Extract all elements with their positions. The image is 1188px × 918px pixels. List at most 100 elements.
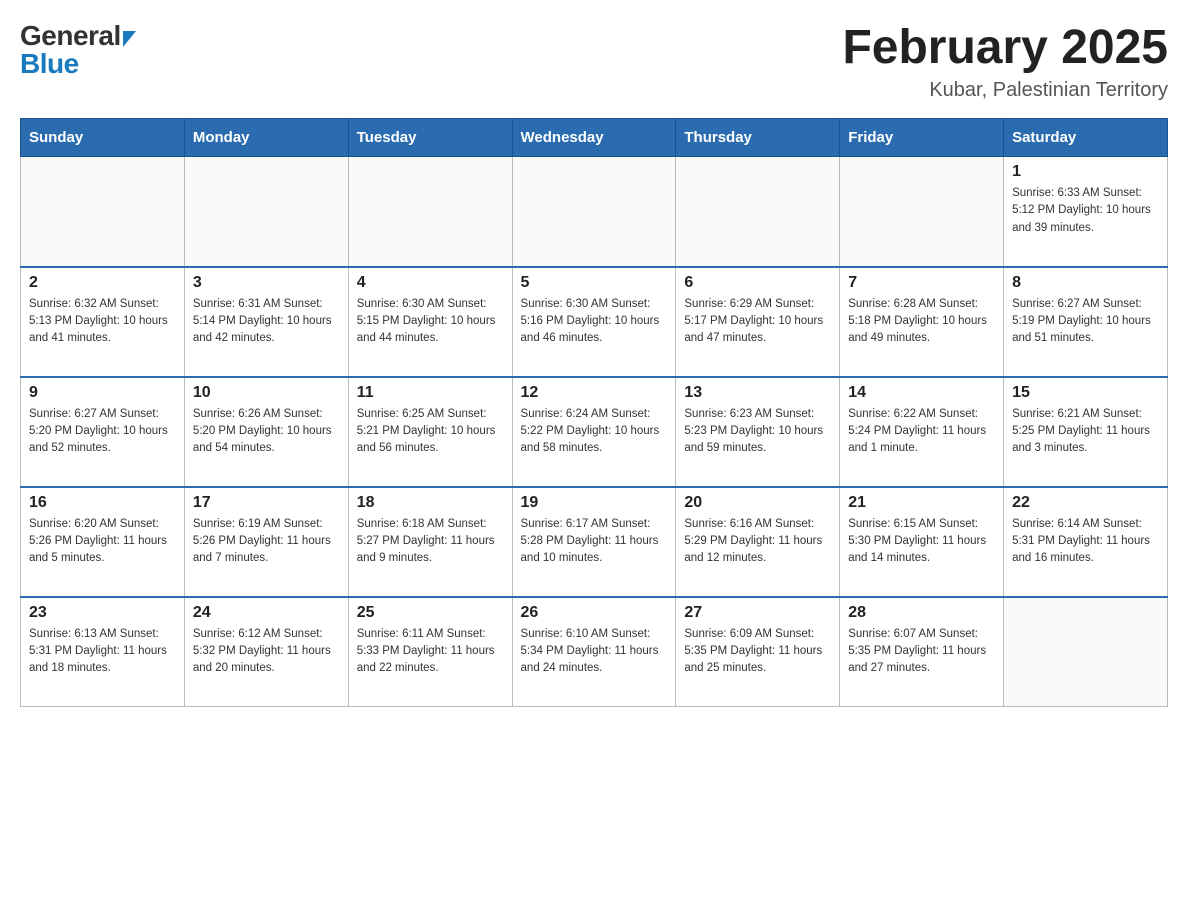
day-info: Sunrise: 6:17 AM Sunset: 5:28 PM Dayligh… — [521, 516, 668, 568]
day-number: 16 — [29, 494, 176, 512]
day-number: 5 — [521, 274, 668, 292]
calendar-cell: 8 Sunrise: 6:27 AM Sunset: 5:19 PM Daylig… — [1004, 267, 1168, 377]
calendar-cell: 12 Sunrise: 6:24 AM Sunset: 5:22 PM Dayli… — [512, 377, 676, 487]
day-number: 8 — [1012, 274, 1159, 292]
logo-blue-text: Blue — [20, 48, 79, 80]
calendar-week-row: 2 Sunrise: 6:32 AM Sunset: 5:13 PM Daylig… — [21, 267, 1168, 377]
logo: General Blue — [20, 20, 136, 80]
day-info: Sunrise: 6:09 AM Sunset: 5:35 PM Dayligh… — [684, 626, 831, 678]
calendar-week-row: 1 Sunrise: 6:33 AM Sunset: 5:12 PM Daylig… — [21, 157, 1168, 267]
day-number: 11 — [357, 384, 504, 402]
day-info: Sunrise: 6:16 AM Sunset: 5:29 PM Dayligh… — [684, 516, 831, 568]
calendar-cell: 24 Sunrise: 6:12 AM Sunset: 5:32 PM Dayli… — [184, 597, 348, 707]
weekday-header-thursday: Thursday — [676, 119, 840, 157]
day-info: Sunrise: 6:25 AM Sunset: 5:21 PM Dayligh… — [357, 406, 504, 458]
day-info: Sunrise: 6:20 AM Sunset: 5:26 PM Dayligh… — [29, 516, 176, 568]
weekday-header-saturday: Saturday — [1004, 119, 1168, 157]
calendar-cell: 28 Sunrise: 6:07 AM Sunset: 5:35 PM Dayli… — [840, 597, 1004, 707]
calendar-week-row: 16 Sunrise: 6:20 AM Sunset: 5:26 PM Dayli… — [21, 487, 1168, 597]
calendar-cell: 7Sunrise: 6:28 AM Sunset: 5:18 PM Daylig… — [840, 267, 1004, 377]
weekday-header-monday: Monday — [184, 119, 348, 157]
weekday-header-tuesday: Tuesday — [348, 119, 512, 157]
weekday-header-friday: Friday — [840, 119, 1004, 157]
calendar-cell: 15 Sunrise: 6:21 AM Sunset: 5:25 PM Dayli… — [1004, 377, 1168, 487]
calendar-cell: 23 Sunrise: 6:13 AM Sunset: 5:31 PM Dayli… — [21, 597, 185, 707]
calendar-title: February 2025 — [842, 20, 1168, 75]
calendar-cell: 9 Sunrise: 6:27 AM Sunset: 5:20 PM Daylig… — [21, 377, 185, 487]
calendar-cell: 16 Sunrise: 6:20 AM Sunset: 5:26 PM Dayli… — [21, 487, 185, 597]
day-number: 4 — [357, 274, 504, 292]
day-info: Sunrise: 6:19 AM Sunset: 5:26 PM Dayligh… — [193, 516, 340, 568]
day-info: Sunrise: 6:22 AM Sunset: 5:24 PM Dayligh… — [848, 406, 995, 458]
weekday-header-wednesday: Wednesday — [512, 119, 676, 157]
day-number: 14 — [848, 384, 995, 402]
calendar-cell: 17 Sunrise: 6:19 AM Sunset: 5:26 PM Dayli… — [184, 487, 348, 597]
day-info: Sunrise: 6:30 AM Sunset: 5:16 PM Dayligh… — [521, 296, 668, 348]
day-info: Sunrise: 6:12 AM Sunset: 5:32 PM Dayligh… — [193, 626, 340, 678]
day-number: 19 — [521, 494, 668, 512]
day-info: Sunrise: 6:32 AM Sunset: 5:13 PM Dayligh… — [29, 296, 176, 348]
calendar-cell: 14 Sunrise: 6:22 AM Sunset: 5:24 PM Dayli… — [840, 377, 1004, 487]
logo-triangle-icon — [123, 31, 136, 47]
calendar-cell: 18Sunrise: 6:18 AM Sunset: 5:27 PM Dayli… — [348, 487, 512, 597]
calendar-cell — [184, 157, 348, 267]
calendar-cell: 11 Sunrise: 6:25 AM Sunset: 5:21 PM Dayli… — [348, 377, 512, 487]
day-info: Sunrise: 6:27 AM Sunset: 5:19 PM Dayligh… — [1012, 296, 1159, 348]
calendar-cell: 4 Sunrise: 6:30 AM Sunset: 5:15 PM Daylig… — [348, 267, 512, 377]
day-info: Sunrise: 6:10 AM Sunset: 5:34 PM Dayligh… — [521, 626, 668, 678]
page-header: General Blue February 2025 Kubar, Palest… — [20, 20, 1168, 102]
day-number: 13 — [684, 384, 831, 402]
weekday-header-row: SundayMondayTuesdayWednesdayThursdayFrid… — [21, 119, 1168, 157]
day-info: Sunrise: 6:07 AM Sunset: 5:35 PM Dayligh… — [848, 626, 995, 678]
calendar-cell — [21, 157, 185, 267]
day-number: 10 — [193, 384, 340, 402]
day-number: 20 — [684, 494, 831, 512]
calendar-cell — [676, 157, 840, 267]
day-number: 28 — [848, 604, 995, 622]
calendar-cell: 26 Sunrise: 6:10 AM Sunset: 5:34 PM Dayli… — [512, 597, 676, 707]
calendar-week-row: 9 Sunrise: 6:27 AM Sunset: 5:20 PM Daylig… — [21, 377, 1168, 487]
day-info: Sunrise: 6:13 AM Sunset: 5:31 PM Dayligh… — [29, 626, 176, 678]
day-info: Sunrise: 6:30 AM Sunset: 5:15 PM Dayligh… — [357, 296, 504, 348]
day-number: 23 — [29, 604, 176, 622]
day-info: Sunrise: 6:23 AM Sunset: 5:23 PM Dayligh… — [684, 406, 831, 458]
calendar-cell: 5 Sunrise: 6:30 AM Sunset: 5:16 PM Daylig… — [512, 267, 676, 377]
day-info: Sunrise: 6:15 AM Sunset: 5:30 PM Dayligh… — [848, 516, 995, 568]
calendar-table: SundayMondayTuesdayWednesdayThursdayFrid… — [20, 118, 1168, 707]
day-info: Sunrise: 6:24 AM Sunset: 5:22 PM Dayligh… — [521, 406, 668, 458]
day-number: 26 — [521, 604, 668, 622]
day-number: 25 — [357, 604, 504, 622]
day-info: Sunrise: 6:21 AM Sunset: 5:25 PM Dayligh… — [1012, 406, 1159, 458]
day-number: 9 — [29, 384, 176, 402]
day-number: 1 — [1012, 163, 1159, 181]
calendar-cell: 6 Sunrise: 6:29 AM Sunset: 5:17 PM Daylig… — [676, 267, 840, 377]
day-number: 12 — [521, 384, 668, 402]
day-number: 21 — [848, 494, 995, 512]
calendar-cell: 25Sunrise: 6:11 AM Sunset: 5:33 PM Dayli… — [348, 597, 512, 707]
day-number: 2 — [29, 274, 176, 292]
weekday-header-sunday: Sunday — [21, 119, 185, 157]
calendar-cell: 1 Sunrise: 6:33 AM Sunset: 5:12 PM Daylig… — [1004, 157, 1168, 267]
calendar-cell — [840, 157, 1004, 267]
day-number: 6 — [684, 274, 831, 292]
day-number: 24 — [193, 604, 340, 622]
day-number: 18 — [357, 494, 504, 512]
day-info: Sunrise: 6:26 AM Sunset: 5:20 PM Dayligh… — [193, 406, 340, 458]
day-info: Sunrise: 6:33 AM Sunset: 5:12 PM Dayligh… — [1012, 185, 1159, 237]
calendar-cell — [512, 157, 676, 267]
calendar-cell: 20 Sunrise: 6:16 AM Sunset: 5:29 PM Dayli… — [676, 487, 840, 597]
calendar-subtitle: Kubar, Palestinian Territory — [842, 79, 1168, 102]
day-number: 27 — [684, 604, 831, 622]
calendar-cell: 19 Sunrise: 6:17 AM Sunset: 5:28 PM Dayli… — [512, 487, 676, 597]
day-info: Sunrise: 6:27 AM Sunset: 5:20 PM Dayligh… — [29, 406, 176, 458]
day-info: Sunrise: 6:29 AM Sunset: 5:17 PM Dayligh… — [684, 296, 831, 348]
day-number: 17 — [193, 494, 340, 512]
calendar-cell: 2 Sunrise: 6:32 AM Sunset: 5:13 PM Daylig… — [21, 267, 185, 377]
calendar-cell: 22Sunrise: 6:14 AM Sunset: 5:31 PM Dayli… — [1004, 487, 1168, 597]
calendar-cell — [348, 157, 512, 267]
calendar-cell — [1004, 597, 1168, 707]
day-info: Sunrise: 6:28 AM Sunset: 5:18 PM Dayligh… — [848, 296, 995, 348]
day-info: Sunrise: 6:31 AM Sunset: 5:14 PM Dayligh… — [193, 296, 340, 348]
day-info: Sunrise: 6:14 AM Sunset: 5:31 PM Dayligh… — [1012, 516, 1159, 568]
day-number: 15 — [1012, 384, 1159, 402]
